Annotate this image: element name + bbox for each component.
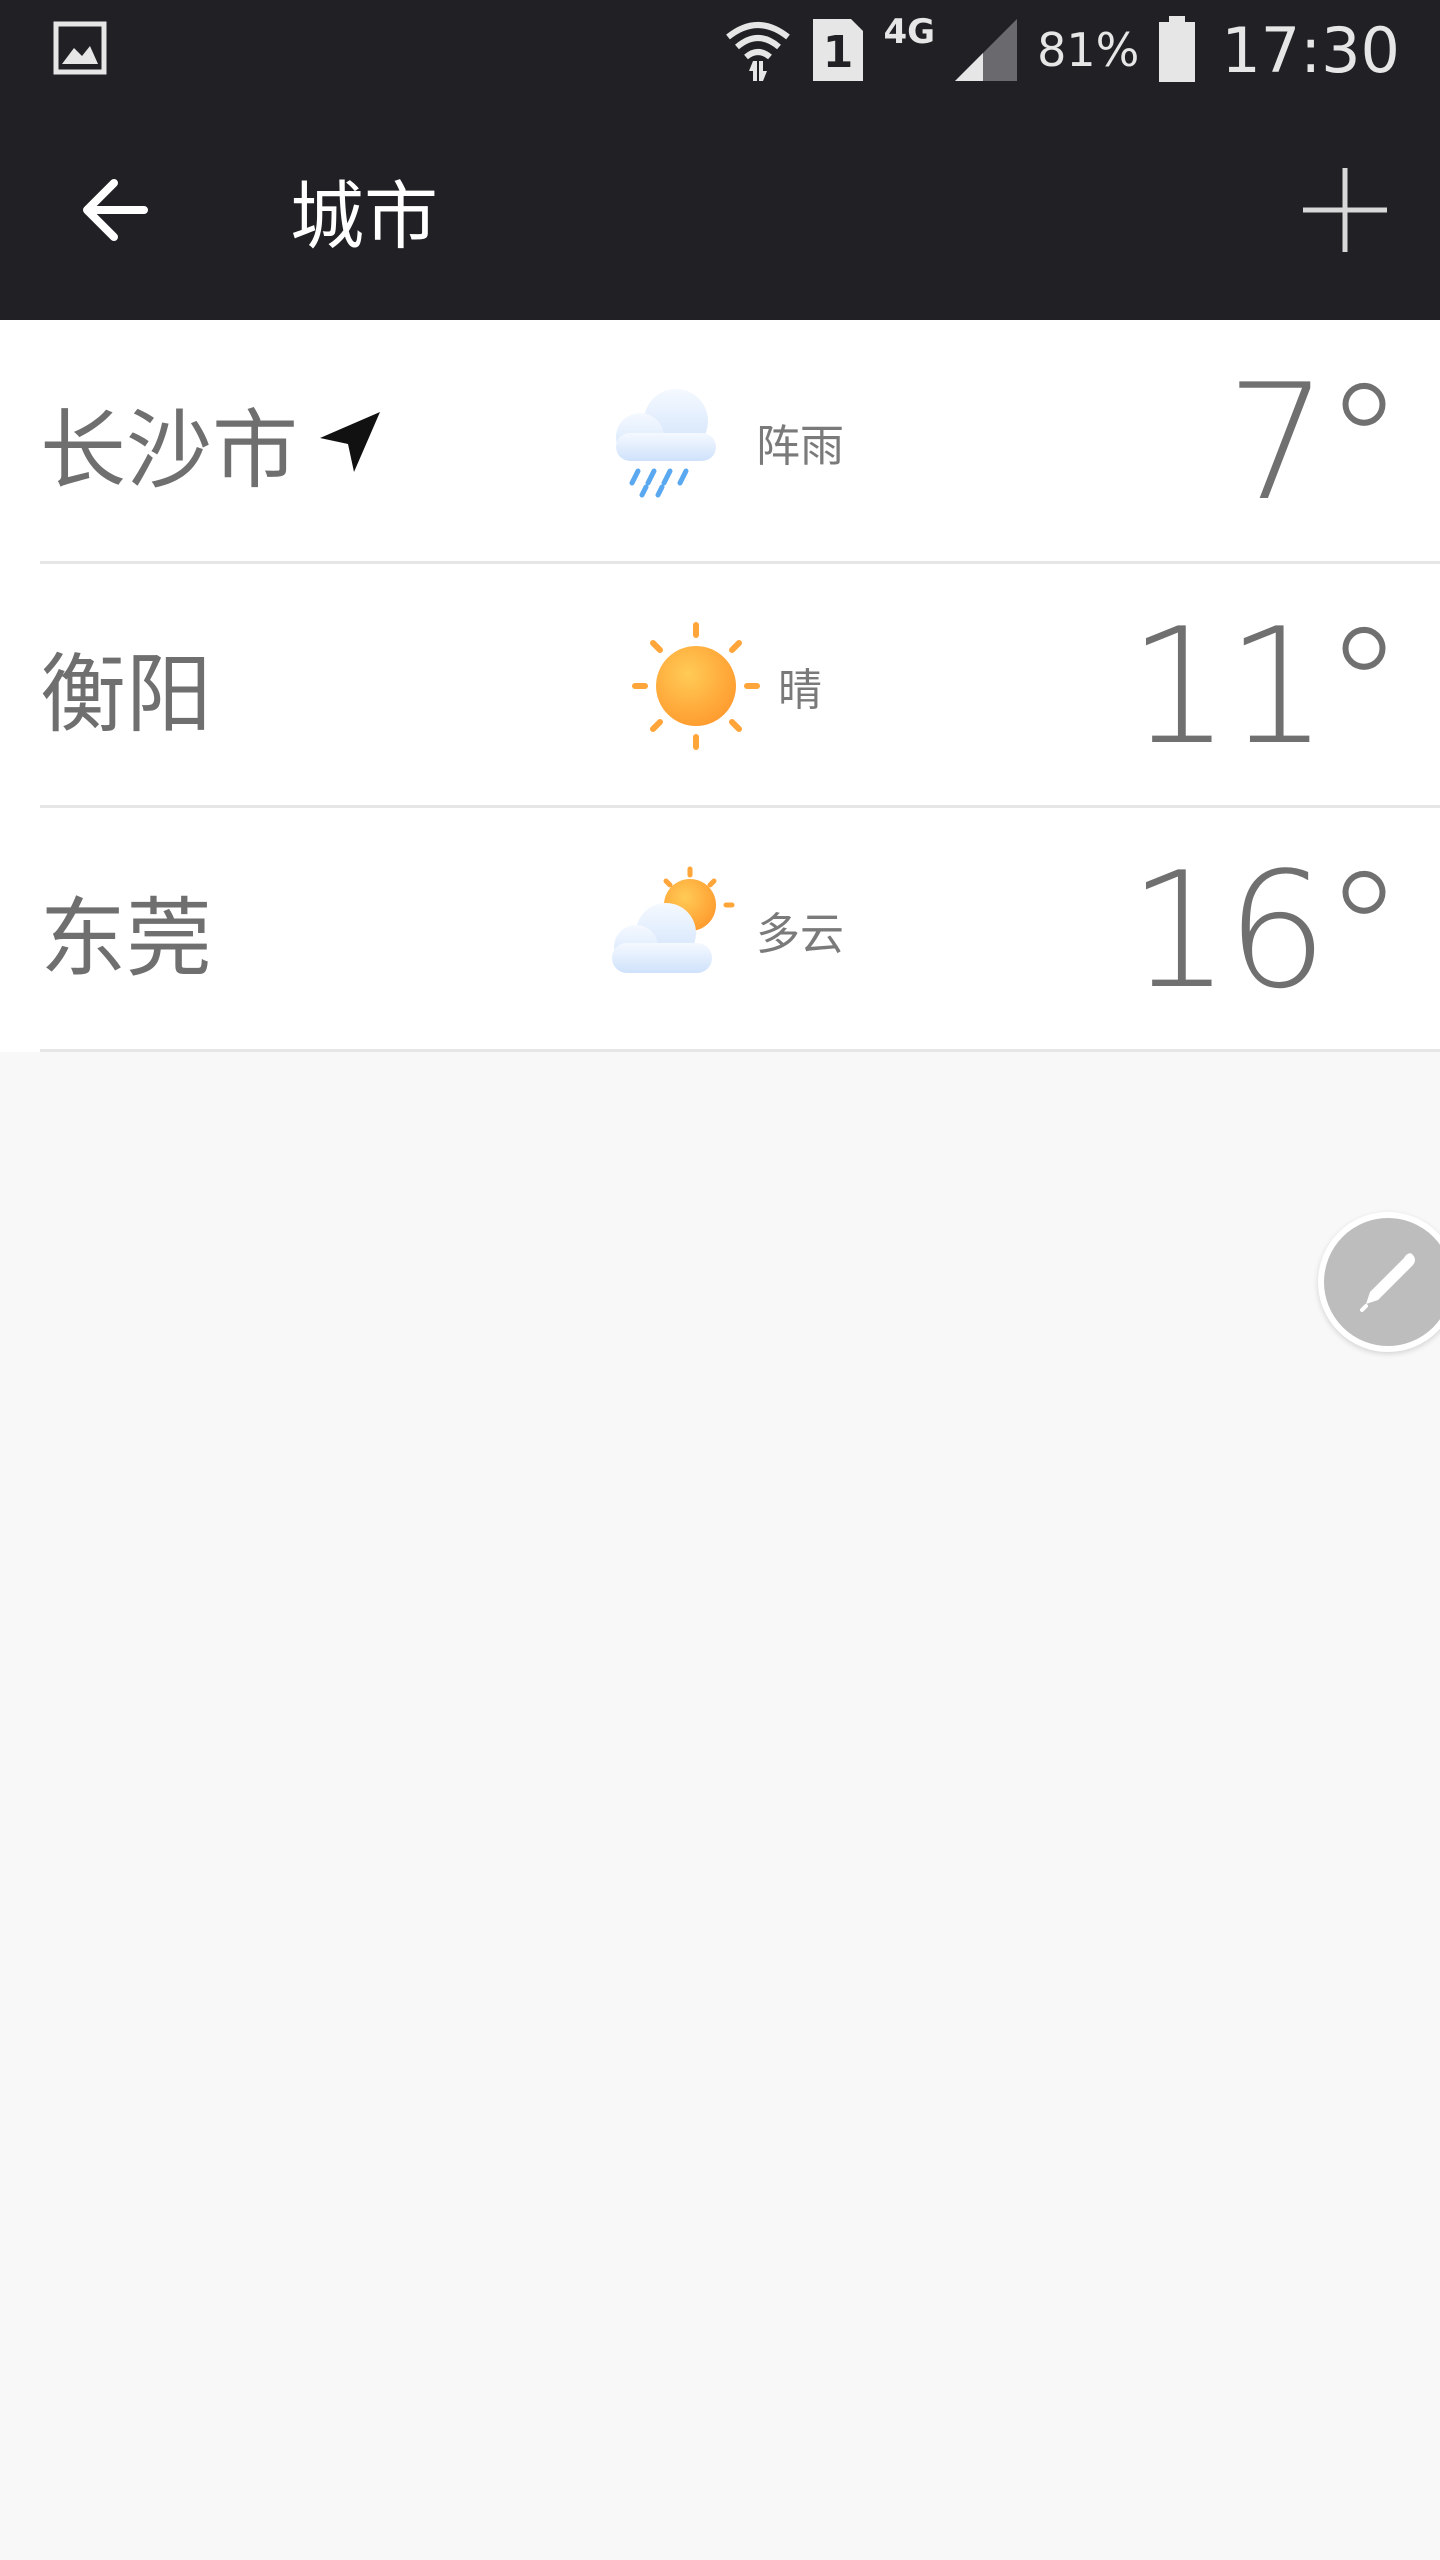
arrow-left-icon: [83, 179, 148, 241]
edit-button[interactable]: [1318, 1212, 1440, 1352]
app-bar: 城市: [0, 100, 1440, 320]
weather-condition: 晴: [778, 665, 822, 716]
sun-icon: [632, 622, 760, 750]
wifi-icon: [726, 22, 791, 81]
weather-condition: 多云: [756, 909, 844, 960]
weather-condition: 阵雨: [756, 421, 844, 472]
city-row[interactable]: 东莞 多云 16°: [0, 808, 1440, 1052]
clock: 17:30: [1221, 13, 1400, 87]
network-type-label: 4G: [883, 12, 936, 52]
back-button[interactable]: [60, 155, 170, 265]
city-name: 衡阳: [40, 644, 212, 745]
row-divider: [40, 1049, 1440, 1052]
page-title: 城市: [290, 173, 438, 260]
status-bar: 1 4G 81% 17:30: [0, 0, 1440, 100]
status-icons: 1 4G 81% 17:30: [723, 0, 1400, 100]
city-row[interactable]: 长沙市 阵雨 7°: [0, 320, 1440, 564]
location-arrow-icon: [320, 412, 380, 472]
svg-text:1: 1: [823, 27, 854, 78]
rain-cloud-icon: [616, 389, 716, 498]
sim-card-icon: 1: [813, 19, 864, 81]
temperature: 11°: [1128, 592, 1404, 780]
add-city-button[interactable]: [1290, 155, 1400, 265]
city-name: 长沙市: [40, 400, 298, 501]
plus-icon: [1303, 168, 1387, 252]
city-name-group: 长沙市: [40, 320, 382, 564]
city-list: 长沙市 阵雨 7° 衡阳 晴 11° 东莞 多云 16°: [0, 320, 1440, 1052]
city-name-group: 东莞: [40, 808, 212, 1052]
pencil-icon: [1360, 1253, 1415, 1312]
image-icon: [53, 21, 107, 75]
signal-icon: [955, 19, 1018, 81]
city-name: 东莞: [40, 888, 212, 989]
battery-icon: [1159, 16, 1196, 82]
battery-percent: 81%: [1037, 23, 1140, 77]
city-name-group: 衡阳: [40, 564, 212, 808]
temperature: 16°: [1128, 836, 1404, 1024]
partly-cloudy-icon: [612, 866, 735, 973]
city-row[interactable]: 衡阳 晴 11°: [0, 564, 1440, 808]
temperature: 7°: [1226, 348, 1404, 536]
